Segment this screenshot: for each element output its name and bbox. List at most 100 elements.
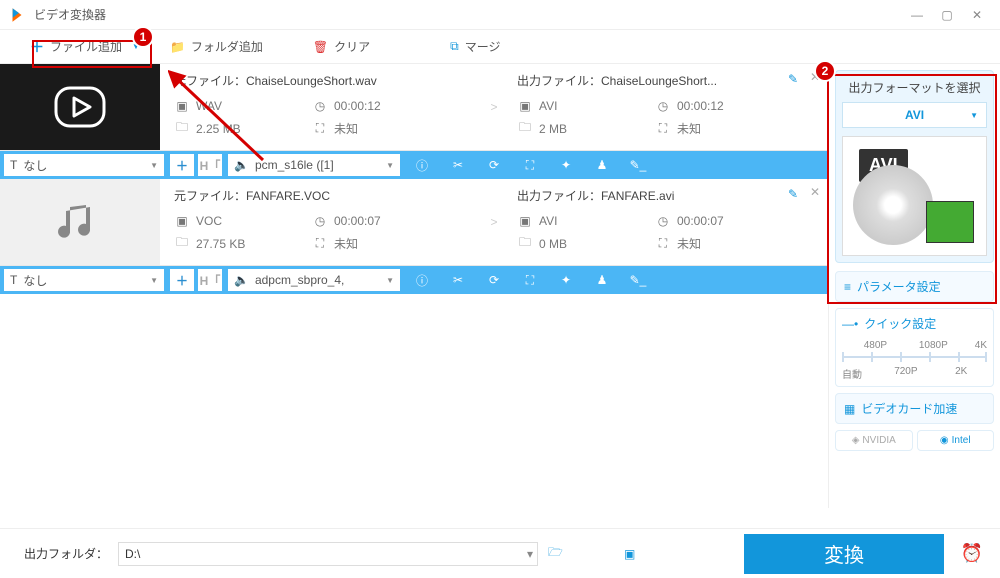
close-window-button[interactable]: ✕ xyxy=(962,5,992,25)
crop-button[interactable]: ⛶ xyxy=(512,151,548,179)
merge-label: マージ xyxy=(465,38,501,55)
subtitle-value: なし xyxy=(23,272,47,289)
gpu-accel-label: ビデオカード加速 xyxy=(861,400,957,417)
watermark-button[interactable]: ♟ xyxy=(584,151,620,179)
scale-auto: 自動 xyxy=(842,366,862,381)
schedule-button[interactable]: ⏰ xyxy=(954,543,990,564)
queue-button[interactable]: ▣ xyxy=(624,547,650,561)
quick-settings-header: —•クイック設定 xyxy=(842,315,987,332)
intel-label: Intel xyxy=(952,435,971,446)
output-format-value: AVI xyxy=(905,108,924,122)
edit-output-button[interactable]: ✎ xyxy=(788,187,798,201)
subtitle-dropdown[interactable]: Tなし▼ xyxy=(4,269,164,291)
nvidia-icon: ◈ xyxy=(852,435,860,446)
add-file-button[interactable]: ＋ ファイル追加 xyxy=(30,37,122,57)
effect-button[interactable]: ✦ xyxy=(548,266,584,294)
info-button[interactable]: ⓘ xyxy=(404,266,440,294)
trash-icon: 🗑 xyxy=(313,40,328,54)
high-quality-button[interactable]: H「 xyxy=(198,269,222,291)
clock-icon: ◷ xyxy=(655,213,671,229)
minimize-button[interactable]: — xyxy=(902,5,932,25)
intel-card[interactable]: ◉Intel xyxy=(917,430,995,451)
source-file-name: FANFARE.VOC xyxy=(246,189,330,203)
plus-icon: ＋ xyxy=(30,37,44,57)
scale-2k: 2K xyxy=(955,366,967,377)
clear-button[interactable]: 🗑 クリア xyxy=(313,38,370,55)
high-quality-button[interactable]: H「 xyxy=(198,154,222,176)
cut-button[interactable]: ✂ xyxy=(440,151,476,179)
cut-button[interactable]: ✂ xyxy=(440,266,476,294)
folder-icon: 🗀 xyxy=(174,236,190,252)
edit-output-button[interactable]: ✎ xyxy=(788,72,798,86)
source-size: 27.75 KB xyxy=(196,237,245,251)
add-track-button[interactable]: ＋ xyxy=(170,154,194,176)
subtitle-edit-button[interactable]: ✎_ xyxy=(620,151,656,179)
rotate-button[interactable]: ⟳ xyxy=(476,151,512,179)
add-folder-label: フォルダ追加 xyxy=(191,38,263,55)
output-file-name: ChaiseLoungeShort... xyxy=(601,74,717,88)
disc-icon xyxy=(853,165,933,245)
subtitle-edit-button[interactable]: ✎_ xyxy=(620,266,656,294)
merge-icon: ⧉ xyxy=(450,39,459,54)
crop-button[interactable]: ⛶ xyxy=(512,266,548,294)
source-dimension: 未知 xyxy=(334,235,358,252)
output-folder-path: D:\ xyxy=(125,547,140,561)
watermark-button[interactable]: ♟ xyxy=(584,266,620,294)
dimension-icon: ⛶ xyxy=(312,236,328,252)
quality-slider[interactable]: 480P 1080P 4K 自動 720P 2K xyxy=(842,340,987,380)
nvidia-card[interactable]: ◈NVIDIA xyxy=(835,430,913,451)
play-icon xyxy=(50,82,110,132)
film-icon xyxy=(926,201,974,243)
folder-icon: 🗀 xyxy=(517,121,533,137)
subtitle-dropdown[interactable]: Tなし▼ xyxy=(4,154,164,176)
merge-button[interactable]: ⧉ マージ xyxy=(450,38,500,55)
speaker-icon: 🔈 xyxy=(234,158,249,172)
convert-button[interactable]: 変換 xyxy=(744,534,944,574)
output-duration: 00:00:07 xyxy=(677,214,724,228)
source-format: VOC xyxy=(196,214,222,228)
video-format-icon: ▣ xyxy=(174,213,190,229)
music-icon xyxy=(50,197,110,247)
dimension-icon: ⛶ xyxy=(312,121,328,137)
output-format-dropdown[interactable]: AVI ▼ xyxy=(842,102,987,128)
speaker-icon: 🔈 xyxy=(234,273,249,287)
convert-arrow-icon: > xyxy=(485,64,503,150)
open-folder-button[interactable]: 🗁 xyxy=(548,543,574,564)
parameter-settings-button[interactable]: ≡ パラメータ設定 xyxy=(835,271,994,302)
rotate-button[interactable]: ⟳ xyxy=(476,266,512,294)
window-title: ビデオ変換器 xyxy=(34,6,902,23)
clear-label: クリア xyxy=(334,38,370,55)
app-logo-icon xyxy=(8,6,26,24)
remove-file-button[interactable]: ✕ xyxy=(810,185,820,199)
format-preview[interactable]: AVI xyxy=(842,136,987,256)
output-file-name: FANFARE.avi xyxy=(601,189,674,203)
source-format: WAV xyxy=(196,99,222,113)
file-thumbnail[interactable] xyxy=(0,179,160,265)
subtitle-t-icon: T xyxy=(10,273,17,287)
gpu-accel-button[interactable]: ▦ ビデオカード加速 xyxy=(835,393,994,424)
add-folder-button[interactable]: 📁 フォルダ追加 xyxy=(170,38,263,55)
nvidia-label: NVIDIA xyxy=(862,435,895,446)
source-duration: 00:00:12 xyxy=(334,99,381,113)
chevron-down-icon: ▼ xyxy=(970,111,978,120)
scale-720p: 720P xyxy=(894,366,917,377)
effect-button[interactable]: ✦ xyxy=(548,151,584,179)
chevron-down-icon: ▼ xyxy=(386,276,394,285)
convert-arrow-icon: > xyxy=(485,179,503,265)
output-folder-input[interactable]: D:\ ▾ xyxy=(118,542,538,566)
output-format-label: 出力フォーマットを選択 xyxy=(842,79,987,96)
source-duration: 00:00:07 xyxy=(334,214,381,228)
output-format-panel: 出力フォーマットを選択 AVI ▼ AVI xyxy=(835,70,994,263)
add-track-button[interactable]: ＋ xyxy=(170,269,194,291)
dimension-icon: ⛶ xyxy=(655,236,671,252)
output-duration: 00:00:12 xyxy=(677,99,724,113)
maximize-button[interactable]: ▢ xyxy=(932,5,962,25)
audio-codec-dropdown[interactable]: 🔈pcm_s16le ([1]▼ xyxy=(228,154,400,176)
file-thumbnail[interactable] xyxy=(0,64,160,150)
video-format-icon: ▣ xyxy=(174,98,190,114)
chevron-down-icon: ▼ xyxy=(150,161,158,170)
info-button[interactable]: ⓘ xyxy=(404,151,440,179)
audio-codec-dropdown[interactable]: 🔈adpcm_sbpro_4,▼ xyxy=(228,269,400,291)
source-file-prefix: 元ファイル： xyxy=(174,189,246,203)
output-dimension: 未知 xyxy=(677,120,701,137)
